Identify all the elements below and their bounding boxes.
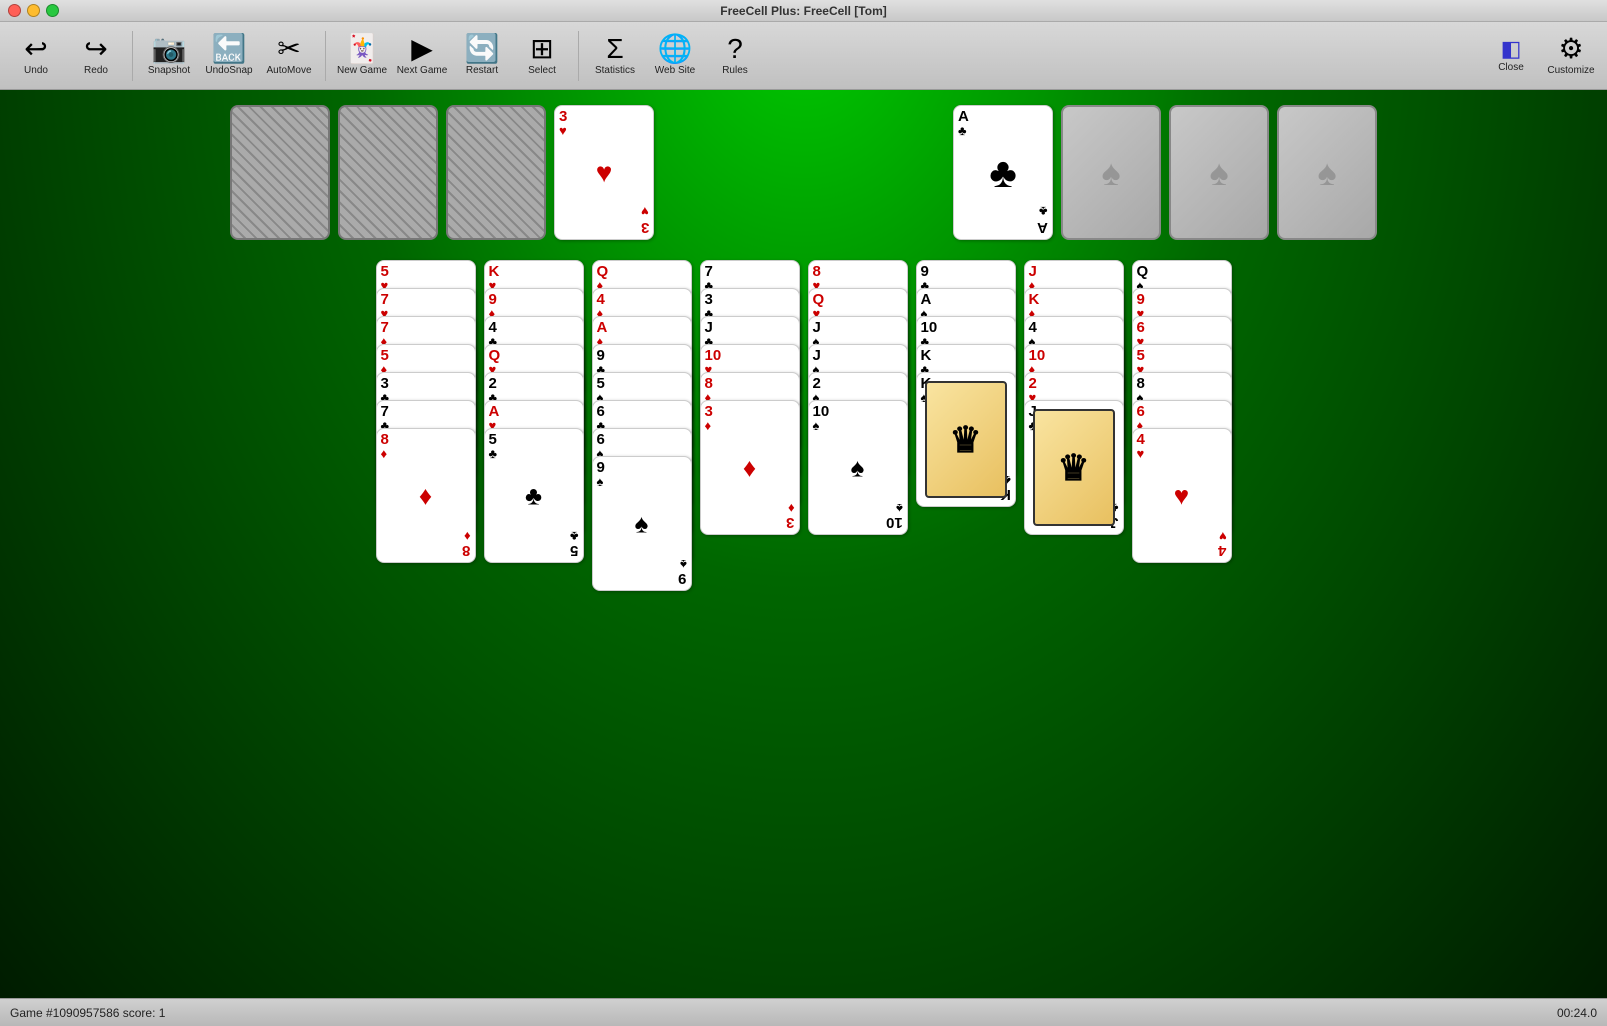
- game-area: 3 ♥ ♥ ♥ 3 A ♣ ♣ ♣ A: [0, 90, 1607, 998]
- foundation-1[interactable]: A ♣ ♣ ♣ A: [953, 105, 1053, 240]
- column-8[interactable]: Q♠♠Q♠9♥♥9♥6♥♥6♥5♥♥5♥8♠♠8♠6♦♦6♦4♥♥4♥: [1132, 260, 1232, 563]
- minimize-button[interactable]: [27, 4, 40, 17]
- freecell-4[interactable]: 3 ♥ ♥ ♥ 3: [554, 105, 654, 240]
- game-info: Game #1090957586 score: 1: [10, 1006, 165, 1020]
- card-col8-7[interactable]: 4♥♥4♥: [1132, 428, 1232, 563]
- game-time: 00:24.0: [1557, 1006, 1597, 1020]
- foundation-watermark: ♠: [1101, 152, 1120, 194]
- undosnap-icon: 🔙: [212, 35, 247, 63]
- foundation-watermark: ♠: [1317, 152, 1336, 194]
- undo-button[interactable]: ↩ Undo: [8, 27, 64, 85]
- card-suit: ♥: [559, 124, 567, 137]
- card-col6-5[interactable]: K♠♠K♠♛: [916, 372, 1016, 507]
- customize-icon: ⚙: [1558, 35, 1583, 63]
- column-7[interactable]: J♦♦J♦K♦♦K♦4♠♠4♠10♦♦10♦2♥♥2♥J♣♣J♣♛: [1024, 260, 1124, 560]
- card-suit: ♣: [958, 124, 967, 137]
- column-5[interactable]: 8♥♥8♥Q♥♥Q♥J♠♠J♠J♠♠J♠2♠♠2♠10♠♠10♠: [808, 260, 908, 560]
- nextgame-icon: ▶: [411, 35, 433, 63]
- close-button[interactable]: [8, 4, 21, 17]
- toolbar: ↩ Undo ↪ Redo 📷 Snapshot 🔙 UndoSnap ✂ Au…: [0, 22, 1607, 90]
- freecell-3[interactable]: [446, 105, 546, 240]
- select-icon: ⊞: [530, 35, 553, 63]
- card-col4-6[interactable]: 3♦♦3♦: [700, 400, 800, 535]
- column-6[interactable]: 9♣♣9♣A♠♠A♠10♣♣10♣K♣♣K♣K♠♠K♠♛: [916, 260, 1016, 560]
- undosnap-button[interactable]: 🔙 UndoSnap: [201, 27, 257, 85]
- foundations: A ♣ ♣ ♣ A ♠ ♠ ♠: [953, 105, 1377, 240]
- restart-icon: 🔄: [465, 35, 500, 63]
- column-4[interactable]: 7♣♣7♣3♣♣3♣J♣♣J♣10♥♥10♥8♦♦8♦3♦♦3♦: [700, 260, 800, 560]
- titlebar: FreeCell Plus: FreeCell [Tom]: [0, 0, 1607, 22]
- statistics-icon: Σ: [606, 35, 623, 63]
- foundation-4[interactable]: ♠: [1277, 105, 1377, 240]
- restart-button[interactable]: 🔄 Restart: [454, 27, 510, 85]
- foundation-2[interactable]: ♠: [1061, 105, 1161, 240]
- column-2[interactable]: K♥♥K♥9♦♦9♦4♣♣4♣Q♥♥Q♥2♣♣2♣A♥♥A♥5♣♣5♣: [484, 260, 584, 563]
- card-col2-7[interactable]: 5♣♣5♣: [484, 428, 584, 563]
- card-rank: 3: [559, 109, 567, 124]
- automove-icon: ✂: [277, 35, 300, 63]
- statistics-button[interactable]: Σ Statistics: [587, 27, 643, 85]
- free-cells: 3 ♥ ♥ ♥ 3: [230, 105, 654, 240]
- card-center-suit: ♥: [596, 157, 613, 189]
- column-1[interactable]: 5♥♥5♥7♥♥7♥7♦♦7♦5♦♦5♦3♣♣3♣7♣♣7♣8♦♦8♦: [376, 260, 476, 563]
- card-col3-8[interactable]: 9♠♠9♠: [592, 456, 692, 591]
- window-title: FreeCell Plus: FreeCell [Tom]: [720, 4, 886, 18]
- nextgame-button[interactable]: ▶ Next Game: [394, 27, 450, 85]
- card-col1-7[interactable]: 8♦♦8♦: [376, 428, 476, 563]
- newgame-button[interactable]: 🃏 New Game: [334, 27, 390, 85]
- card-center-suit: ♣: [989, 149, 1017, 197]
- close-toolbar-button[interactable]: ◧ Close: [1483, 27, 1539, 85]
- customize-button[interactable]: ⚙ Customize: [1543, 27, 1599, 85]
- card-col7-6[interactable]: J♣♣J♣♛: [1024, 400, 1124, 535]
- rules-icon: ?: [727, 35, 743, 63]
- close-toolbar-icon: ◧: [1501, 38, 1522, 60]
- rules-button[interactable]: ? Rules: [707, 27, 763, 85]
- card-rank: A: [958, 109, 969, 124]
- column-3[interactable]: Q♦♦Q♦4♦♦4♦A♦♦A♦9♣♣9♣5♠♠5♠6♣♣6♣6♠♠6♠9♠♠9♠: [592, 260, 692, 591]
- statusbar: Game #1090957586 score: 1 00:24.0: [0, 998, 1607, 1026]
- snapshot-icon: 📷: [152, 35, 187, 63]
- toolbar-right: ◧ Close ⚙ Customize: [1483, 27, 1599, 85]
- select-button[interactable]: ⊞ Select: [514, 27, 570, 85]
- freecell-2[interactable]: [338, 105, 438, 240]
- redo-icon: ↪: [84, 35, 107, 63]
- toolbar-separator-2: [325, 31, 326, 81]
- undo-icon: ↩: [24, 35, 47, 63]
- newgame-icon: 🃏: [345, 35, 380, 63]
- toolbar-separator-3: [578, 31, 579, 81]
- website-button[interactable]: 🌐 Web Site: [647, 27, 703, 85]
- website-icon: 🌐: [658, 35, 693, 63]
- redo-button[interactable]: ↪ Redo: [68, 27, 124, 85]
- snapshot-button[interactable]: 📷 Snapshot: [141, 27, 197, 85]
- automove-button[interactable]: ✂ AutoMove: [261, 27, 317, 85]
- columns: 5♥♥5♥7♥♥7♥7♦♦7♦5♦♦5♦3♣♣3♣7♣♣7♣8♦♦8♦K♥♥K♥…: [0, 260, 1607, 591]
- foundation-3[interactable]: ♠: [1169, 105, 1269, 240]
- maximize-button[interactable]: [46, 4, 59, 17]
- top-row: 3 ♥ ♥ ♥ 3 A ♣ ♣ ♣ A: [0, 105, 1607, 240]
- foundation-watermark: ♠: [1209, 152, 1228, 194]
- toolbar-separator-1: [132, 31, 133, 81]
- card-col5-6[interactable]: 10♠♠10♠: [808, 400, 908, 535]
- window-controls: [8, 4, 59, 17]
- freecell-1[interactable]: [230, 105, 330, 240]
